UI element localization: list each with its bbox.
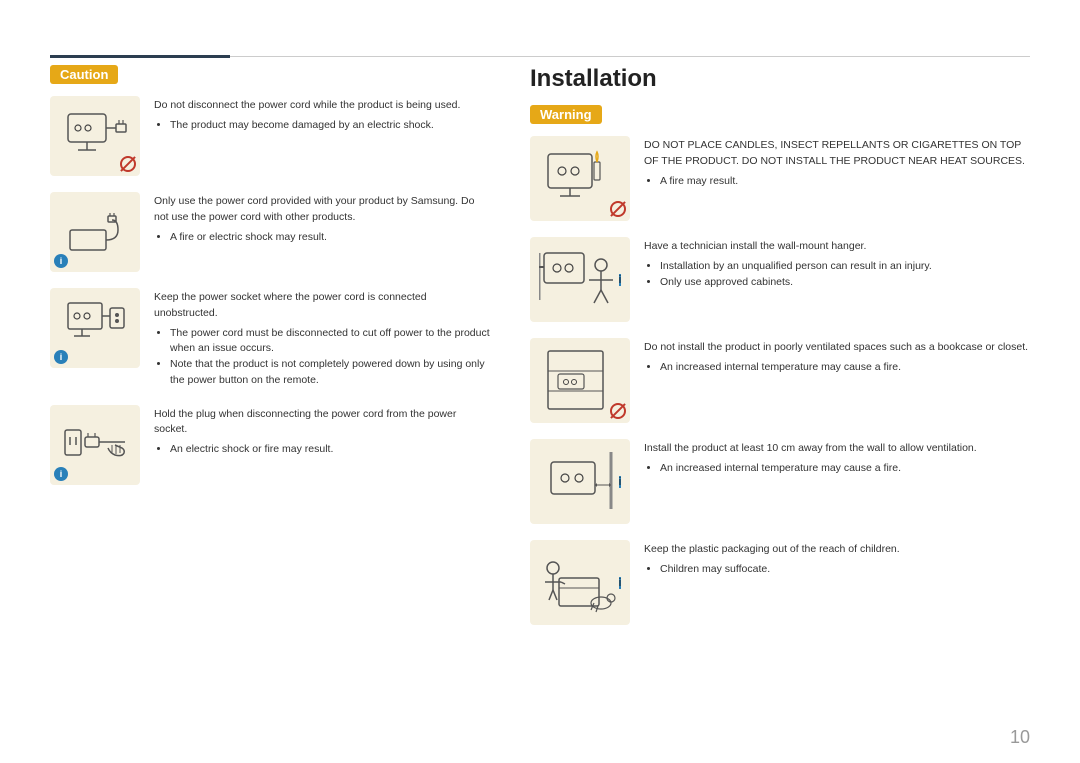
item-socket: i Keep the power socket where the power … bbox=[50, 288, 490, 389]
item-power-cord: Do not disconnect the power cord while t… bbox=[50, 96, 490, 176]
text-socket: Keep the power socket where the power co… bbox=[154, 288, 490, 389]
ritem5-bullet1: Children may suffocate. bbox=[660, 562, 1030, 578]
item2-main-text: Only use the power cord provided with yo… bbox=[154, 194, 490, 226]
top-rules bbox=[0, 55, 1080, 58]
right-item-walldist: i Install the product at least 10 cm awa… bbox=[530, 439, 1030, 524]
text-candles: DO NOT PLACE CANDLES, INSECT REPELLANTS … bbox=[644, 136, 1030, 189]
dot-blue-3: i bbox=[54, 350, 68, 364]
page-number: 10 bbox=[1010, 727, 1030, 748]
caution-badge: Caution bbox=[50, 65, 118, 84]
text-power-cord: Do not disconnect the power cord while t… bbox=[154, 96, 490, 134]
text-samsung-cord: Only use the power cord provided with yo… bbox=[154, 192, 490, 245]
text-wallmount: Have a technician install the wall-mount… bbox=[644, 237, 1030, 290]
item-hold-plug: i Hold the plug when disconnecting the p… bbox=[50, 405, 490, 485]
illus-box-cord: i bbox=[50, 192, 140, 272]
ritem1-bullet1: A fire may result. bbox=[660, 174, 1030, 190]
installation-title: Installation bbox=[530, 65, 1030, 93]
ritem2-bullet2: Only use approved cabinets. bbox=[660, 275, 1030, 291]
right-item-candles: DO NOT PLACE CANDLES, INSECT REPELLANTS … bbox=[530, 136, 1030, 221]
col-left: Caution bbox=[50, 65, 510, 723]
item4-main-text: Hold the plug when disconnecting the pow… bbox=[154, 407, 490, 439]
ritem3-main: Do not install the product in poorly ven… bbox=[644, 340, 1030, 356]
item1-bullet1: The product may become damaged by an ele… bbox=[170, 118, 490, 134]
rule-light bbox=[230, 56, 1030, 57]
text-walldist: Install the product at least 10 cm away … bbox=[644, 439, 1030, 477]
text-ventilation: Do not install the product in poorly ven… bbox=[644, 338, 1030, 376]
item3-main-text: Keep the power socket where the power co… bbox=[154, 290, 490, 322]
illus-plug-hand: i bbox=[50, 405, 140, 485]
ritem4-main: Install the product at least 10 cm away … bbox=[644, 441, 1030, 457]
dot-blue-4: i bbox=[54, 467, 68, 481]
item3-bullet1: The power cord must be disconnected to c… bbox=[170, 326, 490, 358]
ritem2-main: Have a technician install the wall-mount… bbox=[644, 239, 1030, 255]
right-item-packaging: i Keep the plastic packaging out of the … bbox=[530, 540, 1030, 625]
text-hold-plug: Hold the plug when disconnecting the pow… bbox=[154, 405, 490, 458]
no-symbol-r3 bbox=[610, 403, 626, 419]
illus-monitor-plug bbox=[50, 96, 140, 176]
illus-monitor-flame bbox=[530, 136, 630, 221]
text-packaging: Keep the plastic packaging out of the re… bbox=[644, 540, 1030, 578]
item3-bullet2: Note that the product is not completely … bbox=[170, 357, 490, 389]
illus-monitor-closet bbox=[530, 338, 630, 423]
item4-bullet1: An electric shock or fire may result. bbox=[170, 442, 490, 458]
warning-badge: Warning bbox=[530, 105, 602, 124]
item1-main-text: Do not disconnect the power cord while t… bbox=[154, 98, 490, 114]
right-item-wallmount: i Have a technician install the wall-mou… bbox=[530, 237, 1030, 322]
no-symbol-r1 bbox=[610, 201, 626, 217]
ritem1-main: DO NOT PLACE CANDLES, INSECT REPELLANTS … bbox=[644, 138, 1030, 170]
ritem2-bullet1: Installation by an unqualified person ca… bbox=[660, 259, 1030, 275]
no-symbol-1 bbox=[120, 156, 136, 172]
dot-blue-r5: i bbox=[619, 577, 621, 589]
dot-blue-r4: i bbox=[619, 476, 621, 488]
ritem4-bullet1: An increased internal temperature may ca… bbox=[660, 461, 1030, 477]
right-item-ventilation: Do not install the product in poorly ven… bbox=[530, 338, 1030, 423]
illus-box-child: i bbox=[530, 540, 630, 625]
item2-bullet1: A fire or electric shock may result. bbox=[170, 230, 490, 246]
ritem3-bullet1: An increased internal temperature may ca… bbox=[660, 360, 1030, 376]
illus-monitor-socket: i bbox=[50, 288, 140, 368]
ritem5-main: Keep the plastic packaging out of the re… bbox=[644, 542, 1030, 558]
illus-monitor-technician: i bbox=[530, 237, 630, 322]
illus-monitor-wall: i bbox=[530, 439, 630, 524]
item-samsung-cord: i Only use the power cord provided with … bbox=[50, 192, 490, 272]
col-right: Installation Warning bbox=[510, 65, 1030, 723]
columns: Caution bbox=[50, 65, 1030, 723]
dot-blue-2: i bbox=[54, 254, 68, 268]
page-container: Caution bbox=[0, 0, 1080, 763]
dot-blue-r2: i bbox=[619, 274, 621, 286]
rule-dark bbox=[50, 55, 230, 58]
